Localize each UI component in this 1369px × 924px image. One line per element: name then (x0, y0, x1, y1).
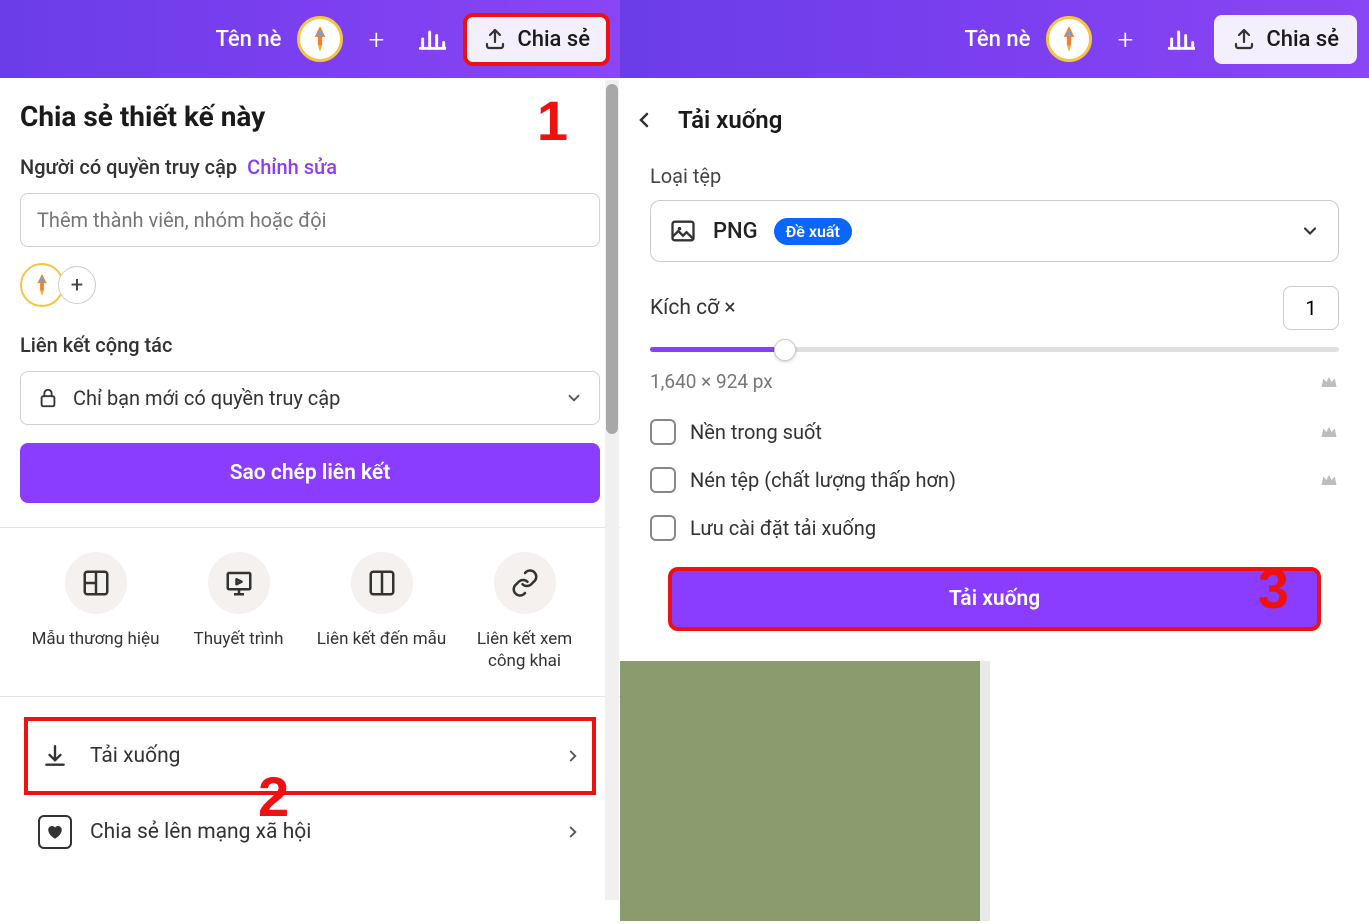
divider (0, 696, 620, 697)
copy-link-button[interactable]: Sao chép liên kết (20, 443, 600, 503)
upload-icon (483, 27, 507, 51)
topbar-left: Tên nè + Chia sẻ (0, 0, 620, 78)
public-link-option[interactable]: Liên kết xem công khai (460, 552, 590, 672)
back-button[interactable] (632, 108, 656, 132)
size-slider[interactable] (650, 344, 1339, 356)
rocket-icon (1056, 24, 1082, 54)
chart-icon (1167, 25, 1195, 53)
rocket-icon (307, 24, 333, 54)
analytics-button[interactable] (409, 16, 455, 62)
rocket-icon (31, 272, 53, 298)
topbar-right: Tên nè + Chia sẻ (620, 0, 1369, 78)
back-row: Tải xuống (620, 78, 1369, 154)
chevron-down-icon (1300, 221, 1320, 241)
members-row: + (20, 263, 600, 307)
compress-checkbox[interactable] (650, 467, 676, 493)
annotation-1: 1 (537, 88, 568, 153)
transparent-label: Nền trong suốt (690, 420, 1305, 444)
access-dropdown-label: Chỉ bạn mới có quyền truy cập (73, 386, 340, 410)
edit-access-link[interactable]: Chỉnh sửa (247, 155, 337, 179)
chevron-right-icon (564, 823, 582, 841)
social-item-label: Chia sẻ lên mạng xã hội (90, 820, 546, 844)
present-option[interactable]: Thuyết trình (174, 552, 304, 672)
share-options-grid: Mẫu thương hiệu Thuyết trình Liên kết đế… (20, 552, 600, 672)
crown-icon (1319, 470, 1339, 490)
crown-icon (1319, 372, 1339, 392)
presentation-icon (224, 568, 254, 598)
download-item[interactable]: Tải xuống (28, 721, 592, 791)
share-content: Chia sẻ thiết kế này Người có quyền truy… (0, 78, 620, 889)
canvas-preview (620, 661, 1369, 921)
add-member-button[interactable]: + (58, 266, 96, 304)
social-share-item[interactable]: Chia sẻ lên mạng xã hội (28, 797, 592, 867)
download-title: Tải xuống (678, 106, 782, 134)
chevron-down-icon (565, 389, 583, 407)
heart-icon (46, 823, 64, 841)
template-link-option[interactable]: Liên kết đến mẫu (317, 552, 447, 672)
avatar[interactable] (297, 16, 343, 62)
avatar[interactable] (1046, 16, 1092, 62)
file-type-value: PNG (713, 219, 758, 244)
brand-template-option[interactable]: Mẫu thương hiệu (31, 552, 161, 672)
upload-icon (1232, 27, 1256, 51)
layout-icon (81, 568, 111, 598)
scrollbar[interactable] (605, 80, 619, 900)
analytics-button[interactable] (1158, 16, 1204, 62)
design-name: Tên nè (964, 27, 1030, 52)
collab-label: Liên kết cộng tác (20, 333, 600, 357)
share-button-label: Chia sẻ (517, 27, 590, 52)
canvas-swatch (620, 661, 980, 921)
download-panel: Tên nè + Chia sẻ Tải xuống Loại tệp PNG … (620, 0, 1369, 924)
annotation-3: 3 (1258, 556, 1289, 621)
add-collaborator-button[interactable]: + (1102, 16, 1148, 62)
download-item-label: Tải xuống (90, 744, 546, 768)
save-settings-label: Lưu cài đặt tải xuống (690, 516, 1339, 540)
share-button[interactable]: Chia sẻ (1214, 15, 1357, 64)
file-type-select[interactable]: PNG Đề xuất (650, 200, 1339, 262)
size-multiplier-input[interactable]: 1 (1283, 286, 1339, 330)
share-title: Chia sẻ thiết kế này (20, 100, 600, 133)
download-content: Loại tệp PNG Đề xuất Kích cỡ × 1 1,640 ×… (620, 154, 1369, 639)
share-panel: Tên nè + Chia sẻ 1 Chia sẻ thiết kế này … (0, 0, 620, 924)
grid-label: Liên kết đến mẫu (317, 628, 446, 650)
divider (0, 527, 620, 528)
add-collaborator-button[interactable]: + (353, 16, 399, 62)
lock-icon (37, 387, 59, 409)
annotation-2: 2 (258, 764, 289, 829)
share-button-label: Chia sẻ (1266, 27, 1339, 52)
compress-label: Nén tệp (chất lượng thấp hơn) (690, 468, 1305, 492)
grid-label: Thuyết trình (194, 628, 284, 650)
size-label: Kích cỡ × (650, 296, 736, 320)
access-dropdown[interactable]: Chỉ bạn mới có quyền truy cập (20, 371, 600, 425)
dimensions-text: 1,640 × 924 px (650, 370, 773, 393)
grid-label: Mẫu thương hiệu (32, 628, 160, 650)
download-icon (42, 743, 68, 769)
file-type-label: Loại tệp (650, 164, 1339, 188)
chart-icon (418, 25, 446, 53)
save-settings-checkbox[interactable] (650, 515, 676, 541)
access-label: Người có quyền truy cập (20, 155, 237, 179)
suggested-badge: Đề xuất (774, 218, 852, 245)
scroll-thumb[interactable] (606, 84, 618, 434)
template-icon (367, 568, 397, 598)
image-icon (669, 217, 697, 245)
chevron-right-icon (564, 747, 582, 765)
transparent-checkbox[interactable] (650, 419, 676, 445)
canvas-blank (990, 661, 1369, 921)
download-button[interactable]: Tải xuống (670, 569, 1319, 629)
crown-icon (1319, 422, 1339, 442)
grid-label: Liên kết xem công khai (460, 628, 590, 672)
share-button[interactable]: Chia sẻ (465, 15, 608, 64)
design-name: Tên nè (215, 27, 281, 52)
link-icon (510, 568, 540, 598)
member-input[interactable] (20, 193, 600, 247)
